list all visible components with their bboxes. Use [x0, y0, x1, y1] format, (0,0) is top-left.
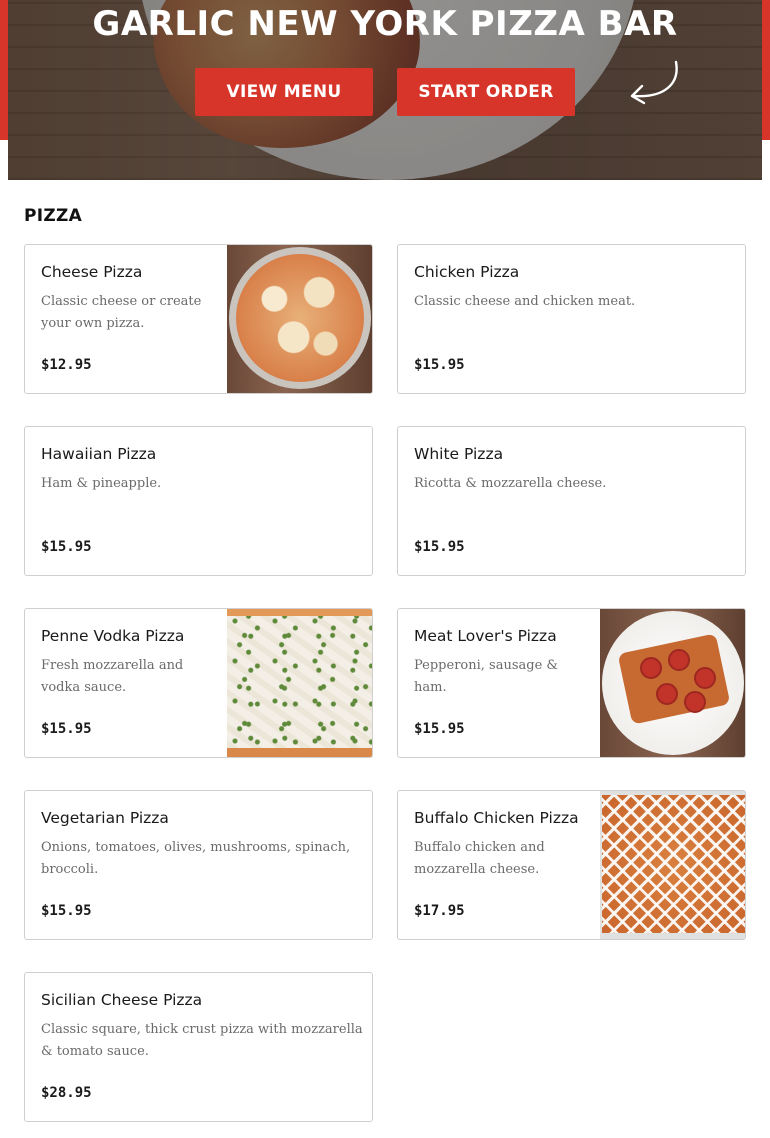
menu-item-card[interactable]: White Pizza Ricotta & mozzarella cheese.… [397, 426, 746, 576]
menu-item-name: Chicken Pizza [414, 263, 520, 281]
hero-banner: GARLIC NEW YORK PIZZA BAR VIEW MENU STAR… [8, 0, 762, 180]
meat-lovers-pizza-photo [600, 609, 745, 757]
hero-red-accent-right [762, 0, 770, 140]
menu-item-description: Classic square, thick crust pizza with m… [41, 1022, 363, 1059]
menu-item-description: Buffalo chicken and mozzarella cheese. [414, 840, 545, 877]
curved-arrow-icon [630, 60, 678, 105]
menu-item-card[interactable]: Cheese Pizza Classic cheese or create yo… [24, 244, 373, 394]
menu-item-price: $15.95 [414, 721, 465, 737]
menu-item-price: $15.95 [41, 539, 92, 555]
menu-item-description: Fresh mozzarella and vodka sauce. [41, 658, 184, 695]
cheese-pizza-photo [227, 245, 372, 393]
menu-item-name: White Pizza [414, 445, 504, 463]
menu-item-description: Ham & pineapple. [41, 476, 162, 491]
menu-item-price: $28.95 [41, 1085, 92, 1101]
menu-item-card[interactable]: Buffalo Chicken Pizza Buffalo chicken an… [397, 790, 746, 940]
menu-item-name: Meat Lover's Pizza [414, 627, 557, 645]
menu-item-name: Cheese Pizza [41, 263, 143, 281]
buffalo-chicken-pizza-photo [600, 791, 745, 939]
menu-item-price: $15.95 [414, 357, 465, 373]
menu-item-price: $15.95 [41, 903, 92, 919]
penne-vodka-pizza-photo [227, 609, 372, 757]
menu-item-price: $15.95 [41, 721, 92, 737]
start-order-button[interactable]: START ORDER [397, 68, 575, 116]
menu-item-name: Hawaiian Pizza [41, 445, 157, 463]
menu-item-name: Penne Vodka Pizza [41, 627, 185, 645]
menu-item-description: Pepperoni, sausage & ham. [414, 658, 558, 695]
menu-item-description: Ricotta & mozzarella cheese. [414, 476, 607, 491]
menu-item-card[interactable]: Vegetarian Pizza Onions, tomatoes, olive… [24, 790, 373, 940]
menu-item-name: Vegetarian Pizza [41, 809, 169, 827]
restaurant-title: GARLIC NEW YORK PIZZA BAR [92, 4, 678, 44]
menu-item-card[interactable]: Sicilian Cheese Pizza Classic square, th… [24, 972, 373, 1122]
menu-item-card[interactable]: Hawaiian Pizza Ham & pineapple. $15.95 [24, 426, 373, 576]
menu-item-name: Buffalo Chicken Pizza [414, 809, 579, 827]
menu-item-price: $15.95 [414, 539, 465, 555]
hero-red-accent-left [0, 0, 8, 140]
menu-item-price: $12.95 [41, 357, 92, 373]
menu-item-card[interactable]: Penne Vodka Pizza Fresh mozzarella and v… [24, 608, 373, 758]
menu-item-price: $17.95 [414, 903, 465, 919]
menu-item-description: Onions, tomatoes, olives, mushrooms, spi… [41, 840, 351, 877]
view-menu-button[interactable]: VIEW MENU [195, 68, 373, 116]
section-title-pizza: PIZZA [24, 206, 83, 226]
menu-item-name: Sicilian Cheese Pizza [41, 991, 203, 1009]
menu-item-card[interactable]: Meat Lover's Pizza Pepperoni, sausage & … [397, 608, 746, 758]
menu-item-description: Classic cheese and chicken meat. [414, 294, 636, 309]
menu-item-description: Classic cheese or create your own pizza. [41, 294, 202, 331]
menu-item-card[interactable]: Chicken Pizza Classic cheese and chicken… [397, 244, 746, 394]
